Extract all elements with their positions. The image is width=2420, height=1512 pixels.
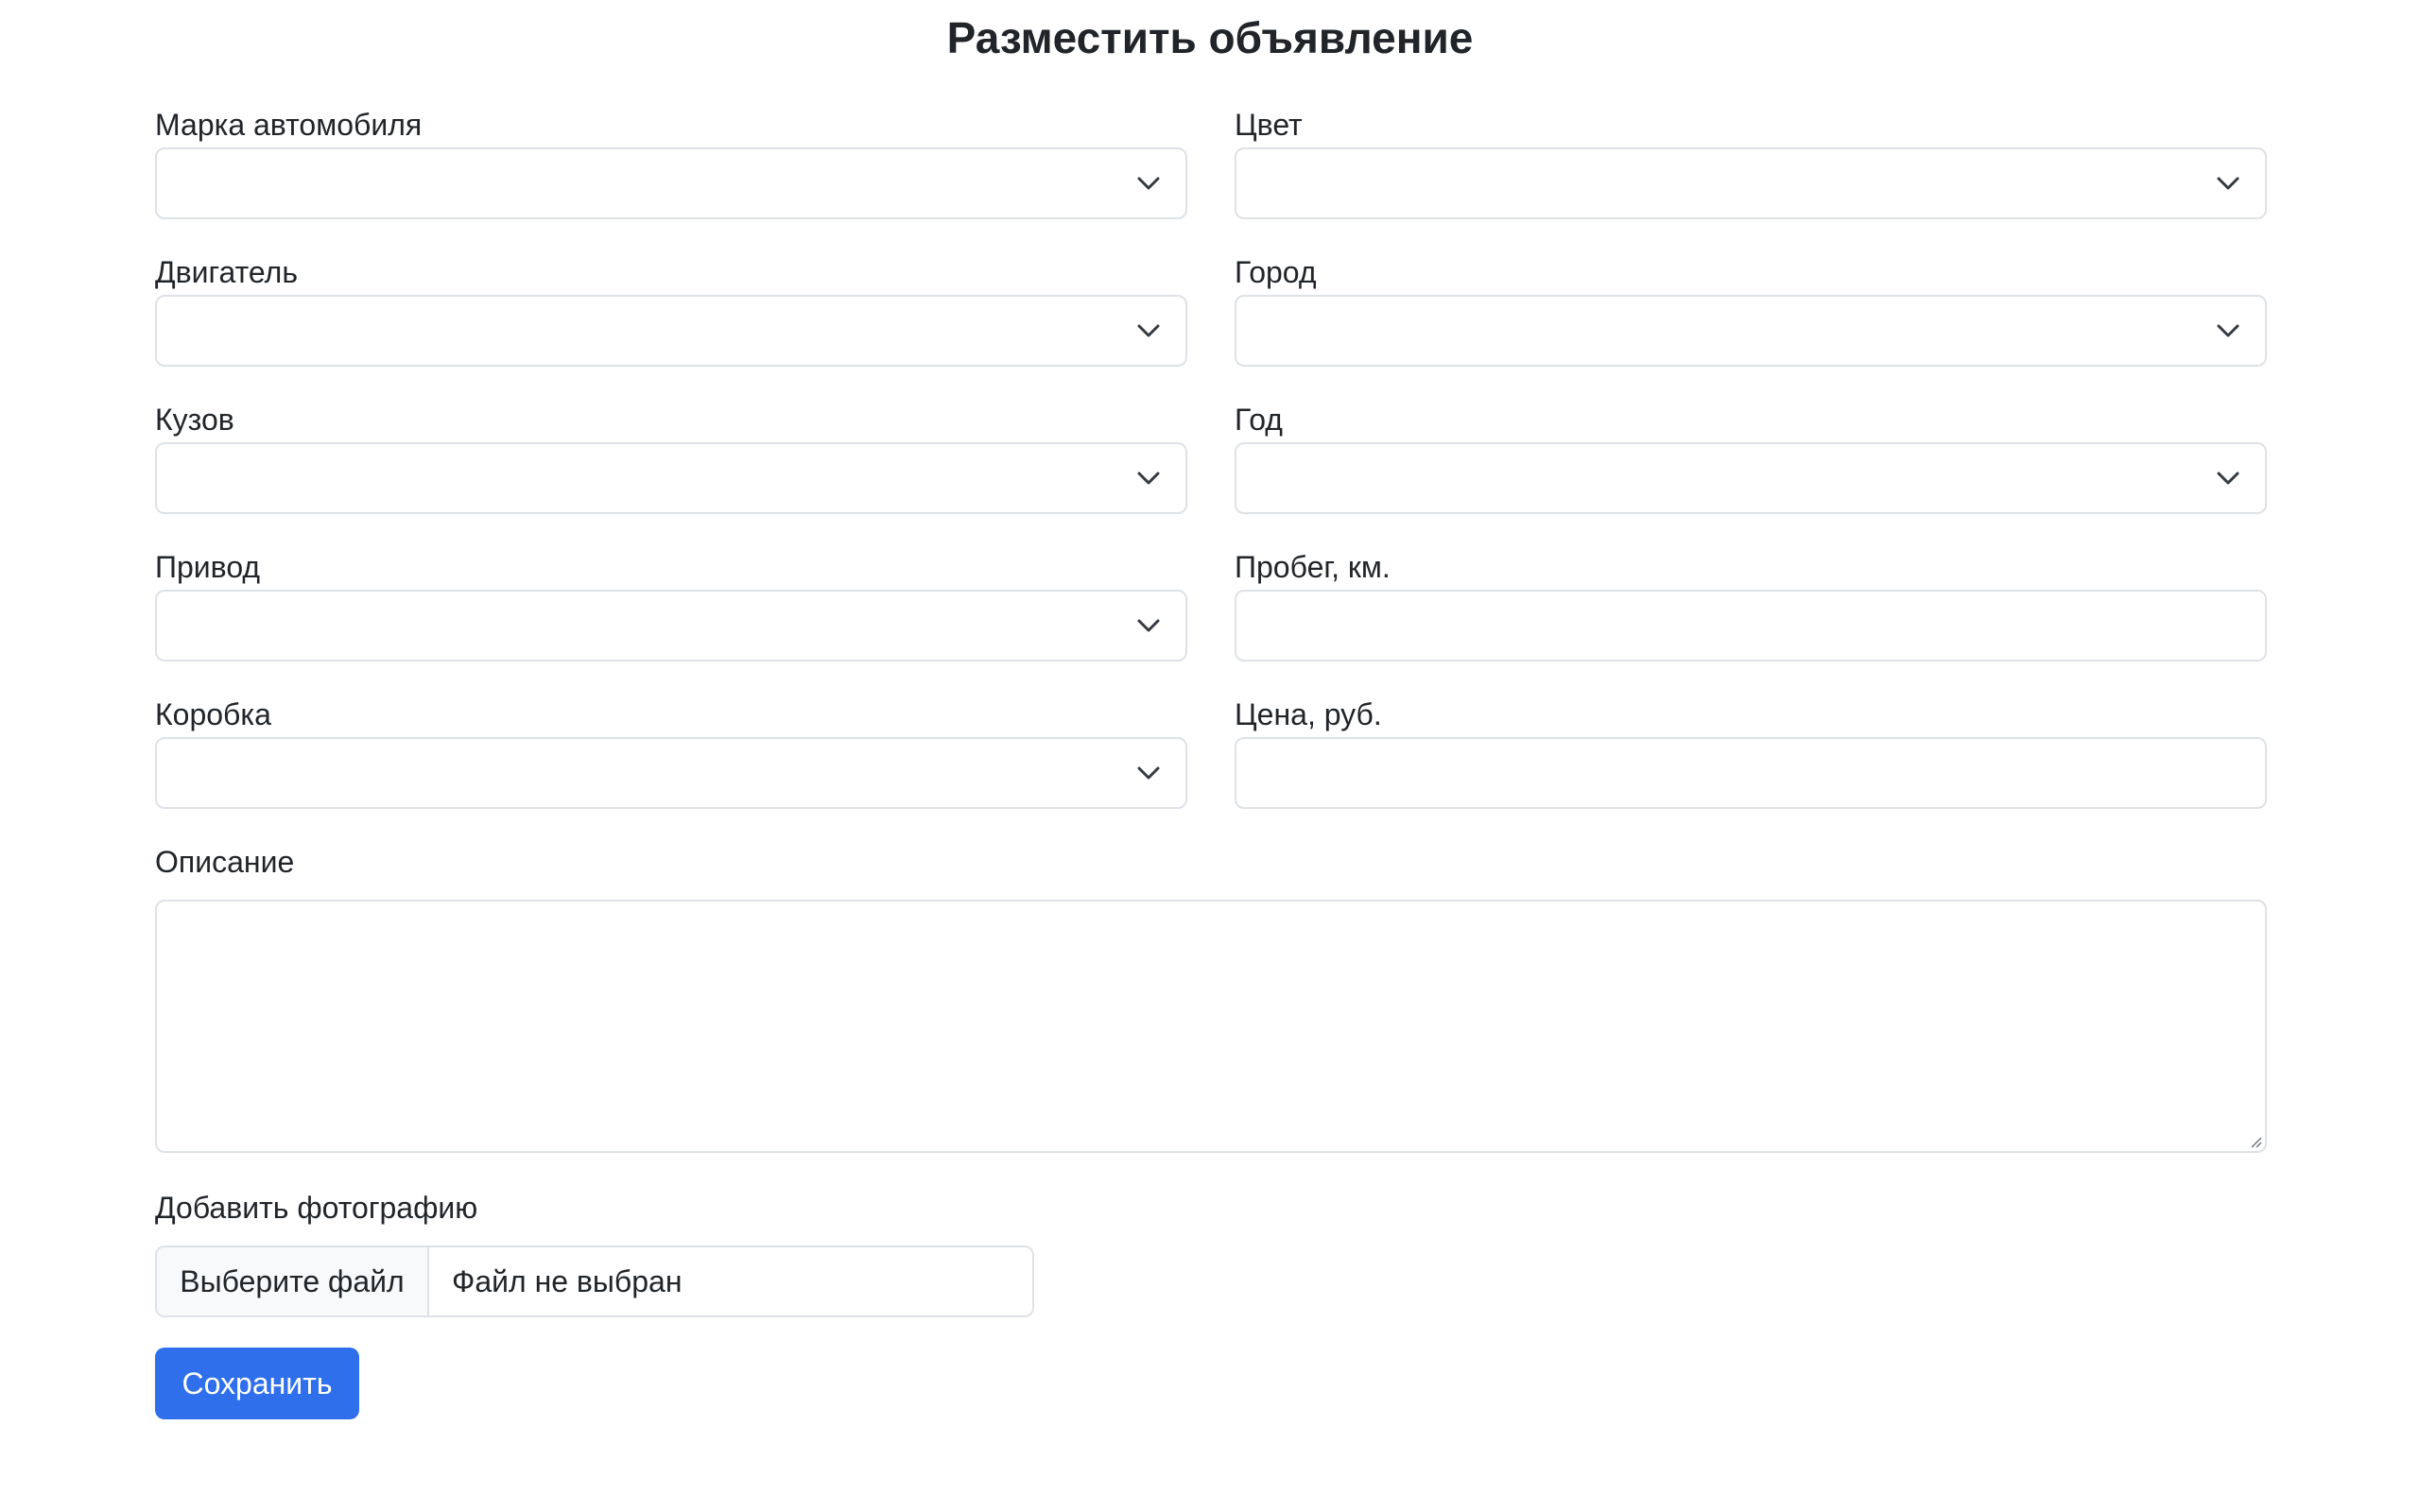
price-field: Цена, руб. — [1235, 696, 2267, 813]
mileage-label: Пробег, км. — [1235, 550, 1391, 584]
engine-label: Двигатель — [155, 255, 298, 289]
chevron-down-icon — [1137, 766, 1160, 780]
city-select[interactable] — [1235, 295, 2267, 367]
save-button[interactable]: Сохранить — [155, 1348, 359, 1419]
body-select[interactable] — [155, 442, 1187, 514]
chevron-down-icon — [2217, 472, 2239, 485]
brand-label: Марка автомобиля — [155, 108, 423, 142]
chevron-down-icon — [1137, 619, 1160, 632]
drive-field: Привод — [155, 548, 1187, 665]
year-label: Год — [1235, 403, 1283, 437]
year-field: Год — [1235, 401, 2267, 518]
gearbox-field: Коробка — [155, 696, 1187, 813]
drive-select[interactable] — [155, 590, 1187, 662]
brand-field: Марка автомобиля — [155, 106, 1187, 223]
mileage-input[interactable] — [1235, 590, 2267, 662]
price-input[interactable] — [1235, 737, 2267, 809]
description-label: Описание — [155, 845, 295, 879]
resize-grip-icon[interactable] — [2248, 1134, 2263, 1149]
city-label: Город — [1235, 255, 1317, 289]
color-select[interactable] — [1235, 147, 2267, 219]
engine-select[interactable] — [155, 295, 1187, 367]
gearbox-select[interactable] — [155, 737, 1187, 809]
chevron-down-icon — [1137, 472, 1160, 485]
chevron-down-icon — [1137, 324, 1160, 337]
photo-file-input[interactable]: Выберите файл Файл не выбран — [155, 1246, 1034, 1317]
color-label: Цвет — [1235, 108, 1303, 142]
body-label: Кузов — [155, 403, 234, 437]
engine-field: Двигатель — [155, 253, 1187, 370]
color-field: Цвет — [1235, 106, 2267, 223]
price-label: Цена, руб. — [1235, 697, 1382, 731]
year-select[interactable] — [1235, 442, 2267, 514]
mileage-field: Пробег, км. — [1235, 548, 2267, 665]
drive-label: Привод — [155, 550, 261, 584]
city-field: Город — [1235, 253, 2267, 370]
description-textarea[interactable] — [155, 900, 2267, 1153]
file-status: Файл не выбран — [452, 1264, 683, 1298]
chevron-down-icon — [1137, 177, 1160, 190]
photo-label: Добавить фотографию — [155, 1191, 478, 1225]
brand-select[interactable] — [155, 147, 1187, 219]
description-field: Описание — [155, 843, 2267, 1155]
gearbox-label: Коробка — [155, 697, 271, 731]
choose-file-button[interactable]: Выберите файл — [157, 1247, 429, 1315]
page: Разместить объявление Марка автомобиля Ц… — [0, 0, 2420, 1512]
chevron-down-icon — [2217, 177, 2239, 190]
page-title: Разместить объявление — [946, 13, 1474, 62]
body-field: Кузов — [155, 401, 1187, 518]
chevron-down-icon — [2217, 324, 2239, 337]
